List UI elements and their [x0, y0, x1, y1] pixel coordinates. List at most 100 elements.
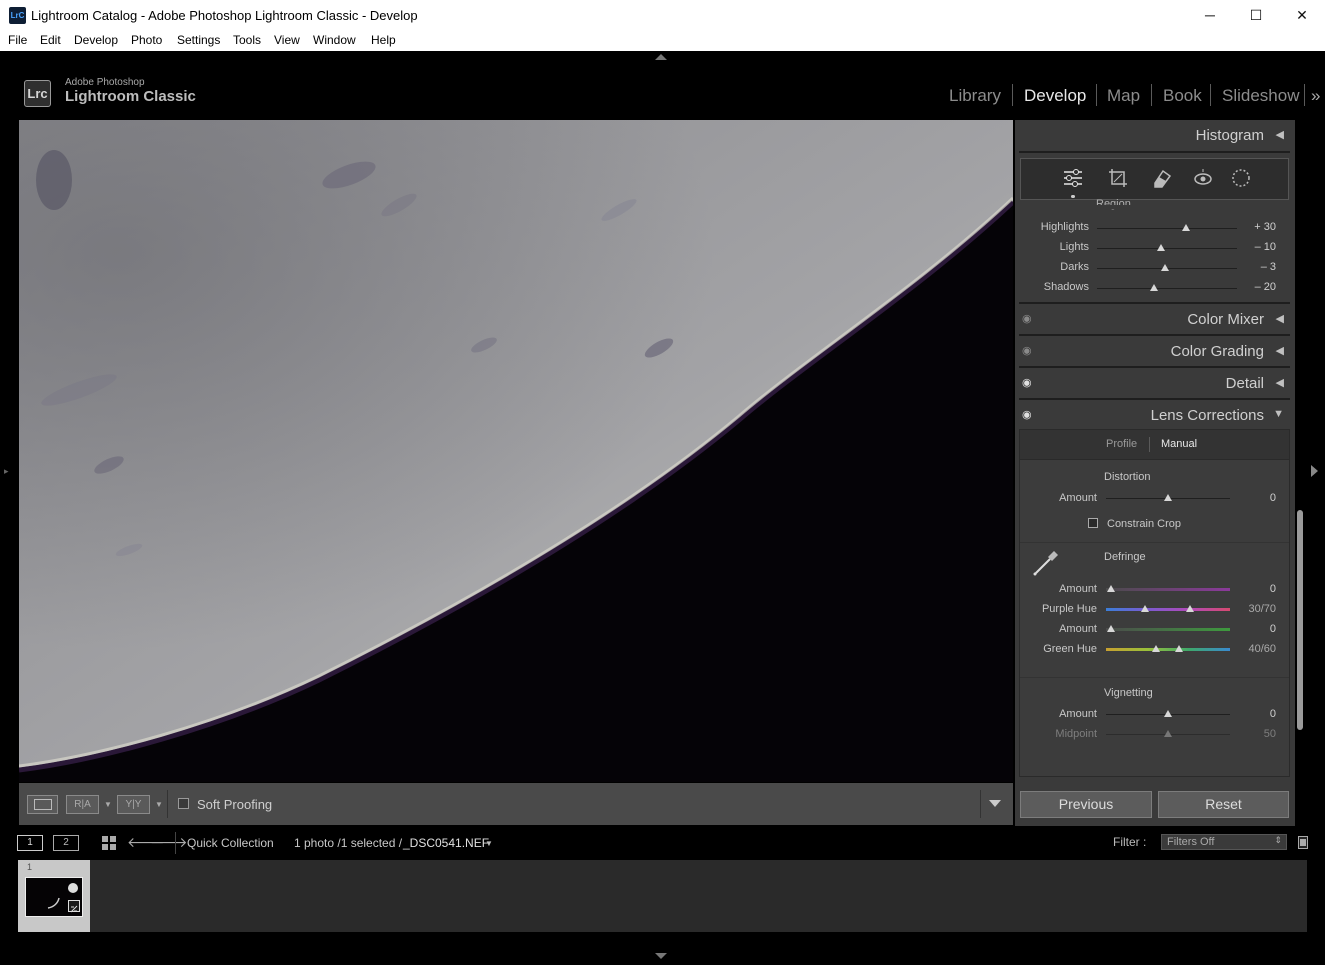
filename-dropdown-icon[interactable]: ▼ [485, 839, 493, 848]
red-eye-icon[interactable] [1191, 166, 1215, 190]
shadows-thumb[interactable] [1150, 284, 1158, 291]
before-after-left-right-button[interactable]: R|A [66, 795, 99, 814]
reset-button[interactable]: Reset [1158, 791, 1289, 818]
close-button[interactable]: ✕ [1279, 0, 1325, 31]
shadows-value[interactable]: – 20 [1236, 281, 1276, 293]
photo-canvas[interactable] [19, 120, 1013, 782]
menu-window[interactable]: Window [313, 33, 356, 47]
highlights-thumb[interactable] [1182, 224, 1190, 231]
masking-icon[interactable] [1229, 166, 1253, 190]
maximize-button[interactable]: ☐ [1233, 0, 1279, 31]
shadows-track[interactable] [1097, 288, 1237, 289]
module-book[interactable]: Book [1163, 86, 1202, 106]
tab-profile[interactable]: Profile [1106, 438, 1137, 450]
midpoint-label: Midpoint [1055, 728, 1097, 740]
tab-manual[interactable]: Manual [1161, 438, 1197, 450]
filter-lock-icon[interactable] [1298, 836, 1308, 849]
right-panel-toggle-icon[interactable] [1311, 465, 1318, 477]
top-panel-toggle-icon[interactable] [655, 54, 667, 60]
menu-file[interactable]: File [8, 33, 27, 47]
edit-sliders-icon[interactable] [1061, 166, 1085, 190]
screen-2-button[interactable]: 2 [53, 835, 79, 851]
vignetting-amount-thumb[interactable] [1164, 710, 1172, 717]
module-map[interactable]: Map [1107, 86, 1140, 106]
soft-proofing-checkbox[interactable] [178, 798, 189, 809]
purple-amount-track[interactable] [1106, 588, 1230, 591]
minimize-button[interactable]: ─ [1187, 0, 1233, 31]
panel-divider [1019, 366, 1290, 368]
green-hue-low-thumb[interactable] [1152, 645, 1160, 652]
green-amount-track[interactable] [1106, 628, 1230, 631]
darks-thumb[interactable] [1161, 264, 1169, 271]
left-panel-toggle-icon[interactable]: ▸ [4, 466, 9, 477]
vignetting-amount-value[interactable]: 0 [1236, 708, 1276, 720]
menu-help[interactable]: Help [371, 33, 396, 47]
highlights-track[interactable] [1097, 228, 1237, 229]
crop-icon[interactable] [1106, 166, 1130, 190]
before-after-top-bottom-button[interactable]: Y|Y [117, 795, 150, 814]
healing-eraser-icon[interactable] [1149, 166, 1173, 190]
soft-proofing-label: Soft Proofing [197, 797, 273, 812]
visibility-eye-icon[interactable]: ◉ [1022, 376, 1032, 389]
lightroom-window: LrC Lightroom Catalog - Adobe Photoshop … [0, 0, 1325, 965]
lens-corrections-header[interactable]: ◉ Lens Corrections ▼ [1019, 401, 1290, 431]
histogram-header[interactable]: Histogram ◀ [1019, 121, 1290, 151]
lights-thumb[interactable] [1157, 244, 1165, 251]
collection-name[interactable]: Quick Collection [187, 836, 274, 850]
distortion-amount-value[interactable]: 0 [1236, 492, 1276, 504]
green-hue-high-thumb[interactable] [1175, 645, 1183, 652]
menu-develop[interactable]: Develop [74, 33, 118, 47]
forward-arrow-icon[interactable]: 🡒 [150, 834, 188, 851]
purple-amount-value[interactable]: 0 [1236, 583, 1276, 595]
compare-dropdown-icon[interactable]: ▼ [155, 800, 163, 809]
color-mixer-header[interactable]: ◉ Color Mixer ◀ [1019, 305, 1290, 335]
green-hue-track[interactable] [1106, 648, 1230, 651]
module-slideshow[interactable]: Slideshow [1222, 86, 1300, 106]
module-library[interactable]: Library [949, 86, 1001, 106]
menu-edit[interactable]: Edit [40, 33, 61, 47]
color-grading-header[interactable]: ◉ Color Grading ◀ [1019, 337, 1290, 367]
section-divider [1020, 542, 1289, 543]
purple-hue-low-thumb[interactable] [1141, 605, 1149, 612]
collapse-left-icon: ◀ [1275, 345, 1284, 357]
menu-settings[interactable]: Settings [177, 33, 220, 47]
purple-amount-thumb[interactable] [1107, 585, 1115, 592]
filter-select[interactable]: Filters Off ⇕ [1161, 834, 1287, 850]
bottom-panel-toggle-icon[interactable] [655, 953, 667, 959]
screen-1-button[interactable]: 1 [17, 835, 43, 851]
purple-hue-track[interactable] [1106, 608, 1230, 611]
fringe-eyedropper-icon[interactable] [1030, 547, 1062, 579]
lights-value[interactable]: – 10 [1236, 241, 1276, 253]
menu-view[interactable]: View [274, 33, 300, 47]
green-hue-value[interactable]: 40/60 [1236, 643, 1276, 655]
visibility-eye-icon[interactable]: ◉ [1022, 408, 1032, 421]
module-develop[interactable]: Develop [1024, 86, 1086, 106]
filter-select-value: Filters Off [1167, 836, 1215, 848]
distortion-amount-thumb[interactable] [1164, 494, 1172, 501]
purple-hue-value[interactable]: 30/70 [1236, 603, 1276, 615]
lights-track[interactable] [1097, 248, 1237, 249]
loupe-view-button[interactable] [27, 795, 58, 814]
more-modules-icon[interactable]: » [1311, 86, 1320, 106]
midpoint-thumb[interactable] [1164, 730, 1172, 737]
green-amount-thumb[interactable] [1107, 625, 1115, 632]
vignetting-title: Vignetting [1104, 687, 1153, 699]
darks-value[interactable]: – 3 [1236, 261, 1276, 273]
right-panel-scrollbar[interactable] [1297, 510, 1303, 730]
purple-hue-high-thumb[interactable] [1186, 605, 1194, 612]
filename[interactable]: _DSC0541.NEF [403, 836, 489, 850]
previous-button[interactable]: Previous [1020, 791, 1152, 818]
highlights-value[interactable]: + 30 [1236, 221, 1276, 233]
midpoint-value[interactable]: 50 [1236, 728, 1276, 740]
before-after-dropdown-icon[interactable]: ▼ [104, 800, 112, 809]
thumbnail-index: 1 [27, 862, 33, 872]
visibility-eye-icon[interactable]: ◉ [1022, 312, 1032, 325]
grid-view-icon[interactable] [101, 835, 117, 851]
visibility-eye-icon[interactable]: ◉ [1022, 344, 1032, 357]
menu-photo[interactable]: Photo [131, 33, 162, 47]
green-amount-value[interactable]: 0 [1236, 623, 1276, 635]
detail-header[interactable]: ◉ Detail ◀ [1019, 369, 1290, 399]
toolbar-options-chevron-icon[interactable] [989, 800, 1001, 807]
constrain-crop-checkbox[interactable] [1088, 518, 1098, 528]
menu-tools[interactable]: Tools [233, 33, 261, 47]
